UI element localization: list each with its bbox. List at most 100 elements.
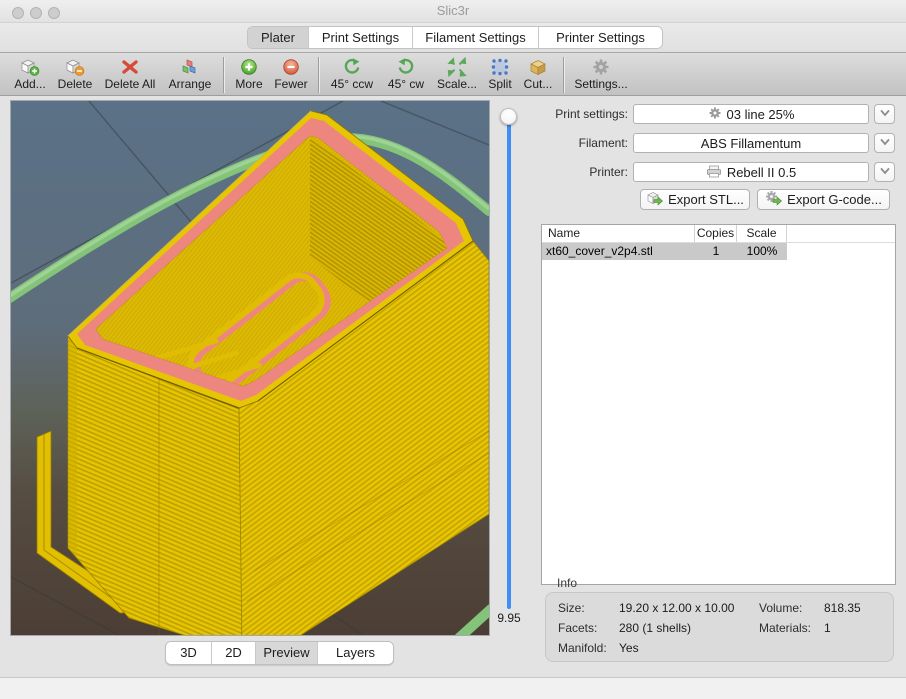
rotate-cw-button[interactable]: 45° cw	[380, 56, 432, 94]
rotate-ccw-icon	[342, 56, 362, 77]
tab-filament-settings[interactable]: Filament Settings	[412, 27, 538, 48]
column-header-empty	[787, 225, 895, 242]
object-list-table: Name Copies Scale xt60_cover_v2p4.stl 1 …	[541, 224, 896, 585]
tab-print-settings[interactable]: Print Settings	[308, 27, 412, 48]
toolbar-separator	[563, 57, 564, 93]
scale-icon	[447, 56, 467, 77]
fewer-copies-icon	[281, 56, 301, 77]
export-stl-label: Export STL...	[668, 192, 744, 207]
gear-icon	[708, 106, 722, 123]
export-gcode-label: Export G-code...	[787, 192, 882, 207]
toolbar-label: Split	[488, 77, 511, 91]
toolbar-label: Scale...	[437, 77, 477, 91]
fewer-copies-button[interactable]: Fewer	[269, 56, 313, 94]
arrange-icon	[179, 56, 201, 77]
delete-object-icon	[64, 56, 86, 77]
column-header-scale[interactable]: Scale	[737, 225, 787, 242]
export-stl-icon	[646, 190, 663, 209]
scale-button[interactable]: Scale...	[432, 56, 482, 94]
print-settings-label: Print settings:	[538, 107, 628, 121]
footer	[0, 678, 906, 699]
volume-value: 818.35	[824, 601, 861, 615]
object-name-cell: xt60_cover_v2p4.stl	[542, 243, 695, 260]
toolbar-label: Delete All	[105, 77, 156, 91]
export-stl-button[interactable]: Export STL...	[640, 189, 750, 210]
toolbar-label: Add...	[14, 77, 45, 91]
delete-button[interactable]: Delete	[52, 56, 98, 94]
more-copies-button[interactable]: More	[229, 56, 269, 94]
object-settings-icon	[591, 56, 611, 77]
layer-slider-value: 9.95	[486, 611, 532, 625]
add-button[interactable]: Add...	[8, 56, 52, 94]
toolbar-label: 45° cw	[388, 77, 424, 91]
printer-label: Printer:	[538, 165, 628, 179]
split-icon	[490, 56, 510, 77]
arrange-button[interactable]: Arrange	[162, 56, 218, 94]
object-row-filler	[787, 243, 895, 260]
volume-label: Volume:	[759, 601, 802, 615]
toolbar-separator	[223, 57, 224, 93]
view-tab-layers[interactable]: Layers	[317, 642, 393, 664]
layer-slider-track[interactable]	[507, 117, 511, 609]
toolbar-separator	[318, 57, 319, 93]
main-tabstrip: Plater Print Settings Filament Settings …	[0, 23, 906, 52]
toolbar-label: Cut...	[524, 77, 553, 91]
printer-combo[interactable]: Rebell II 0.5	[633, 162, 869, 182]
rotate-ccw-button[interactable]: 45° ccw	[324, 56, 380, 94]
toolbar-label: Delete	[58, 77, 93, 91]
view-tab-2d[interactable]: 2D	[211, 642, 255, 664]
print-settings-combo[interactable]: 03 line 25%	[633, 104, 869, 124]
export-gcode-button[interactable]: Export G-code...	[757, 189, 890, 210]
facets-label: Facets:	[558, 621, 597, 635]
materials-label: Materials:	[759, 621, 811, 635]
printer-dropdown-button[interactable]	[874, 162, 895, 182]
object-settings-button[interactable]: Settings...	[569, 56, 633, 94]
toolbar-label: Fewer	[274, 77, 307, 91]
facets-value: 280 (1 shells)	[619, 621, 691, 635]
tab-plater[interactable]: Plater	[248, 27, 308, 48]
toolbar-label: Settings...	[574, 77, 627, 91]
export-gcode-icon	[765, 190, 782, 209]
manifold-label: Manifold:	[558, 641, 607, 655]
toolbar-label: 45° ccw	[331, 77, 373, 91]
printer-icon	[706, 164, 722, 181]
layer-slider-knob[interactable]	[500, 108, 517, 125]
print-settings-dropdown-button[interactable]	[874, 104, 895, 124]
toolbar-label: More	[235, 77, 262, 91]
view-mode-tabs: 3D 2D Preview Layers	[165, 641, 394, 665]
chevron-down-icon	[879, 163, 891, 181]
view-tab-preview[interactable]: Preview	[255, 642, 317, 664]
main-tabs-group: Plater Print Settings Filament Settings …	[247, 26, 663, 49]
toolbar-label: Arrange	[169, 77, 212, 91]
filament-label: Filament:	[538, 136, 628, 150]
object-scale-cell: 100%	[737, 243, 787, 260]
size-value: 19.20 x 12.00 x 10.00	[619, 601, 734, 615]
tab-printer-settings[interactable]: Printer Settings	[538, 27, 662, 48]
preview-3d-viewport[interactable]	[10, 100, 490, 636]
column-header-name[interactable]: Name	[542, 225, 695, 242]
filament-combo[interactable]: ABS Fillamentum	[633, 133, 869, 153]
print-settings-value: 03 line 25%	[727, 107, 795, 122]
cut-button[interactable]: Cut...	[518, 56, 558, 94]
info-panel: Size: 19.20 x 12.00 x 10.00 Volume: 818.…	[545, 592, 894, 662]
filament-dropdown-button[interactable]	[874, 133, 895, 153]
delete-all-icon	[120, 56, 140, 77]
more-copies-icon	[239, 56, 259, 77]
split-button[interactable]: Split	[482, 56, 518, 94]
delete-all-button[interactable]: Delete All	[98, 56, 162, 94]
slic3r-window: Slic3r Plater Print Settings Filament Se…	[0, 0, 906, 699]
add-object-icon	[19, 56, 41, 77]
chevron-down-icon	[879, 105, 891, 123]
cut-icon	[528, 56, 548, 77]
window-title: Slic3r	[0, 0, 906, 22]
size-label: Size:	[558, 601, 585, 615]
chevron-down-icon	[879, 134, 891, 152]
plater-content: 9.95 Print settings: 03 line 25% Filamen…	[0, 97, 906, 677]
column-header-copies[interactable]: Copies	[695, 225, 737, 242]
table-row[interactable]: xt60_cover_v2p4.stl 1 100%	[542, 243, 895, 260]
view-tab-3d[interactable]: 3D	[166, 642, 211, 664]
titlebar: Slic3r	[0, 0, 906, 23]
materials-value: 1	[824, 621, 831, 635]
plater-toolbar: Add... Delete Delete All Arrange M	[0, 52, 906, 96]
printer-value: Rebell II 0.5	[727, 165, 796, 180]
